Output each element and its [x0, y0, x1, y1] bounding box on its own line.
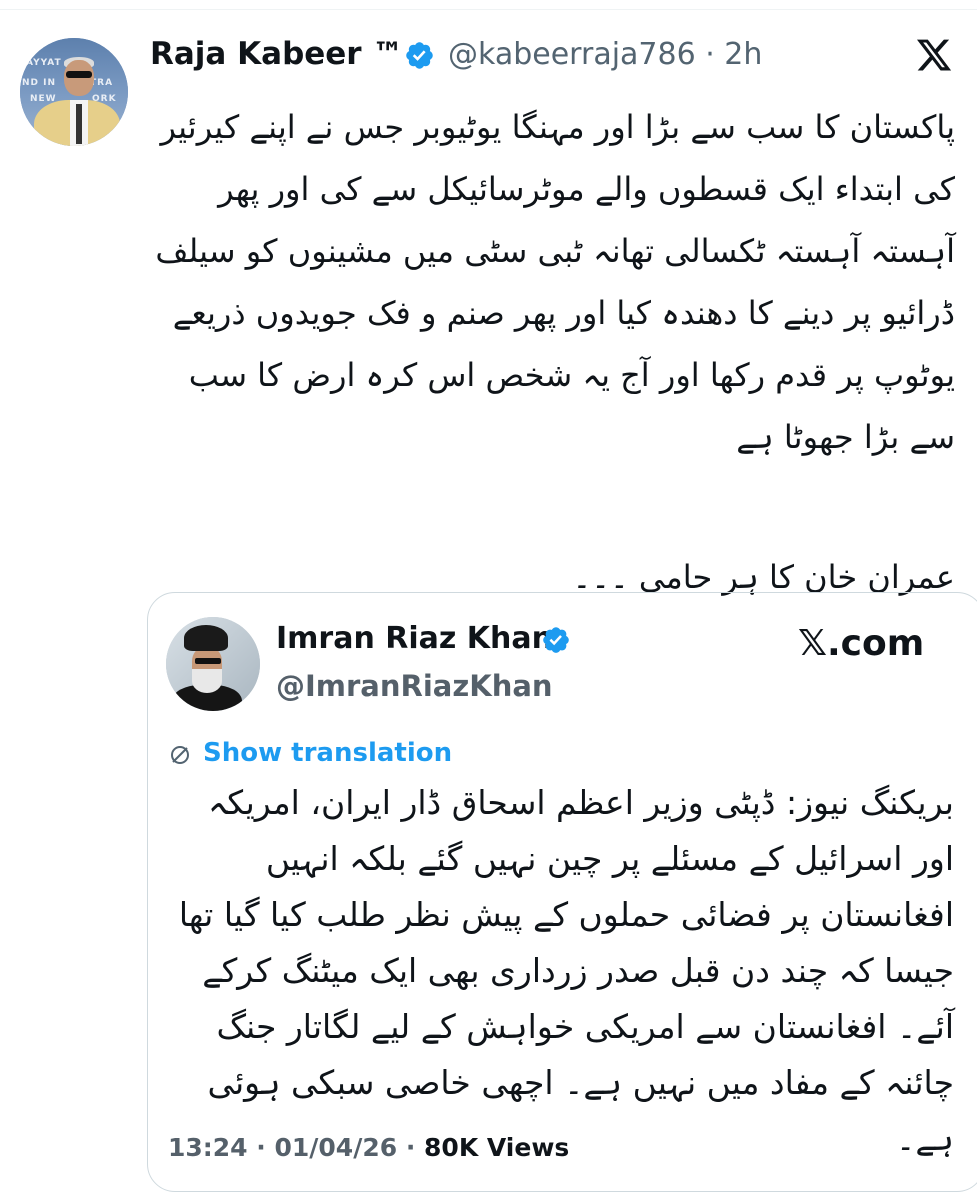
verified-badge-icon [543, 627, 569, 653]
quoted-author-name[interactable]: Imran Riaz Khan [276, 621, 553, 656]
quoted-tweet-text: بریکنگ نیوز: ڈپٹی وزیر اعظم اسحاق ڈار ای… [178, 783, 954, 1158]
tweet-text-main: پاکستان کا سب سے بڑا اور مہنگا یوٹیوبر ج… [155, 108, 955, 456]
tweet-text: پاکستان کا سب سے بڑا اور مہنگا یوٹیوبر ج… [150, 96, 955, 596]
verified-badge-icon [406, 42, 433, 69]
author-avatar[interactable]: AYYAT ND IN TRA NEW ORK [20, 38, 128, 146]
translate-icon [171, 746, 189, 764]
author-handle-time[interactable]: @kabeerraja786 · 2h [448, 37, 762, 72]
quoted-tweet-timestamp[interactable]: 13:24 · 01/04/26 · [168, 1133, 424, 1162]
quoted-tweet-card[interactable]: Imran Riaz Khan @ImranRiazKhan 𝕏.com Sho… [147, 592, 977, 1192]
show-translation-link[interactable]: Show translation [203, 738, 452, 768]
quoted-tweet-views: 80K Views [424, 1133, 570, 1162]
quoted-tweet-meta: 13:24 · 01/04/26 · 80K Views [168, 1133, 569, 1162]
author-name[interactable]: Raja Kabeer ™ [150, 36, 403, 72]
x-logo-icon[interactable] [915, 36, 953, 74]
quoted-author-avatar[interactable] [166, 617, 260, 711]
top-divider [0, 0, 977, 10]
quoted-author-handle[interactable]: @ImranRiazKhan [276, 669, 553, 703]
x-com-label: 𝕏.com [798, 623, 925, 664]
